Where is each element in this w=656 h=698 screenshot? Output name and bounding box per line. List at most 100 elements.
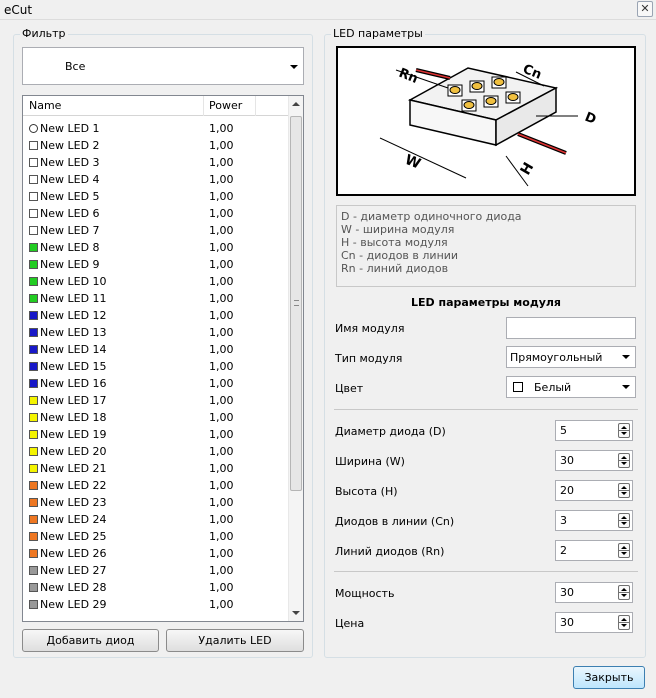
led-list-row[interactable]: New LED 14 1,00 — [23, 342, 289, 359]
led-name: New LED 20 — [40, 445, 107, 458]
diameter-value: 5 — [560, 424, 567, 437]
led-power: 1,00 — [209, 190, 234, 203]
led-list-row[interactable]: New LED 27 1,00 — [23, 563, 289, 580]
list-scrollbar[interactable] — [288, 96, 303, 621]
led-name: New LED 14 — [40, 343, 107, 356]
per-line-spinbox[interactable]: 3 — [555, 510, 633, 531]
led-list-row[interactable]: New LED 5 1,00 — [23, 189, 289, 206]
led-list-row[interactable]: New LED 16 1,00 — [23, 376, 289, 393]
led-color-swatch-icon — [29, 549, 38, 558]
led-power: 1,00 — [209, 479, 234, 492]
scrollbar-grip-icon — [294, 300, 299, 306]
module-params-title: LED параметры модуля — [410, 296, 561, 309]
led-color-swatch-icon — [29, 566, 38, 575]
led-name: New LED 8 — [40, 241, 100, 254]
led-power: 1,00 — [209, 360, 234, 373]
led-list-row[interactable]: New LED 17 1,00 — [23, 393, 289, 410]
led-list-row[interactable]: New LED 19 1,00 — [23, 427, 289, 444]
led-color-swatch-icon — [29, 464, 38, 473]
led-list-row[interactable]: New LED 18 1,00 — [23, 410, 289, 427]
scrollbar-thumb[interactable] — [290, 116, 302, 491]
led-name: New LED 23 — [40, 496, 107, 509]
led-list-row[interactable]: New LED 28 1,00 — [23, 580, 289, 597]
led-color-swatch-icon — [29, 481, 38, 490]
chevron-down-icon — [622, 355, 630, 359]
led-name: New LED 15 — [40, 360, 107, 373]
separator — [334, 571, 638, 572]
add-led-button[interactable]: Добавить диод — [22, 629, 159, 652]
spin-buttons-icon[interactable] — [618, 543, 630, 558]
spin-buttons-icon[interactable] — [618, 423, 630, 438]
diameter-label: Диаметр диода (D) — [335, 425, 446, 438]
height-spinbox[interactable]: 20 — [555, 480, 633, 501]
spin-buttons-icon[interactable] — [618, 453, 630, 468]
led-list-row[interactable]: New LED 7 1,00 — [23, 223, 289, 240]
lines-spinbox[interactable]: 2 — [555, 540, 633, 561]
legend-line: Cn - диодов в линии — [341, 249, 459, 262]
led-name: New LED 3 — [40, 156, 100, 169]
power-spinbox[interactable]: 30 — [555, 582, 633, 603]
module-name-input[interactable] — [506, 317, 636, 339]
spin-buttons-icon[interactable] — [618, 483, 630, 498]
close-button[interactable]: Закрыть — [573, 666, 645, 689]
led-list-row[interactable]: New LED 9 1,00 — [23, 257, 289, 274]
width-spinbox[interactable]: 30 — [555, 450, 633, 471]
spin-buttons-icon[interactable] — [618, 615, 630, 630]
led-power: 1,00 — [209, 173, 234, 186]
led-name: New LED 12 — [40, 309, 107, 322]
led-list-row[interactable]: New LED 29 1,00 — [23, 597, 289, 614]
led-list-row[interactable]: New LED 26 1,00 — [23, 546, 289, 563]
led-list-row[interactable]: New LED 22 1,00 — [23, 478, 289, 495]
led-list-row[interactable]: New LED 21 1,00 — [23, 461, 289, 478]
close-window-button[interactable]: ✕ — [637, 1, 653, 17]
column-divider[interactable] — [203, 96, 204, 116]
diameter-spinbox[interactable]: 5 — [555, 420, 633, 441]
column-header-power[interactable]: Power — [209, 99, 242, 112]
led-list-row[interactable]: New LED 2 1,00 — [23, 138, 289, 155]
lines-label: Линий диодов (Rn) — [335, 545, 445, 558]
led-power: 1,00 — [209, 122, 234, 135]
led-list[interactable]: Name Power New LED 1 1,00 New LED 2 1,00 New… — [22, 95, 304, 622]
led-list-row[interactable]: New LED 24 1,00 — [23, 512, 289, 529]
led-power: 1,00 — [209, 496, 234, 509]
filter-select[interactable]: Все — [22, 47, 304, 85]
label-d: D — [583, 110, 599, 128]
led-color-swatch-icon — [29, 345, 38, 354]
column-header-name[interactable]: Name — [29, 99, 61, 112]
delete-led-button[interactable]: Удалить LED — [166, 629, 304, 652]
led-color-swatch-icon — [29, 600, 38, 609]
led-power: 1,00 — [209, 275, 234, 288]
led-color-swatch-icon — [29, 379, 38, 388]
color-select[interactable]: Белый — [506, 376, 636, 398]
led-list-row[interactable]: New LED 13 1,00 — [23, 325, 289, 342]
led-list-row[interactable]: New LED 11 1,00 — [23, 291, 289, 308]
led-list-row[interactable]: New LED 6 1,00 — [23, 206, 289, 223]
price-spinbox[interactable]: 30 — [555, 612, 633, 633]
column-divider[interactable] — [255, 96, 256, 116]
led-name: New LED 11 — [40, 292, 107, 305]
led-list-row[interactable]: New LED 1 1,00 — [23, 121, 289, 138]
led-list-row[interactable]: New LED 25 1,00 — [23, 529, 289, 546]
led-list-row[interactable]: New LED 4 1,00 — [23, 172, 289, 189]
led-power: 1,00 — [209, 445, 234, 458]
led-list-row[interactable]: New LED 10 1,00 — [23, 274, 289, 291]
led-color-swatch-icon — [29, 243, 38, 252]
led-list-row[interactable]: New LED 15 1,00 — [23, 359, 289, 376]
led-list-row[interactable]: New LED 3 1,00 — [23, 155, 289, 172]
led-list-row[interactable]: New LED 12 1,00 — [23, 308, 289, 325]
led-list-row[interactable]: New LED 20 1,00 — [23, 444, 289, 461]
led-list-row[interactable]: New LED 23 1,00 — [23, 495, 289, 512]
scroll-down-arrow-icon[interactable] — [292, 611, 300, 615]
spin-buttons-icon[interactable] — [618, 585, 630, 600]
height-label: Высота (H) — [335, 485, 398, 498]
module-type-select[interactable]: Прямоугольный — [506, 346, 636, 368]
scroll-up-arrow-icon[interactable] — [292, 102, 300, 106]
led-list-row[interactable]: New LED 8 1,00 — [23, 240, 289, 257]
led-name: New LED 4 — [40, 173, 100, 186]
led-name: New LED 9 — [40, 258, 100, 271]
legend-line: D - диаметр одиночного диода — [341, 210, 522, 223]
spin-buttons-icon[interactable] — [618, 513, 630, 528]
price-label: Цена — [335, 617, 365, 630]
led-power: 1,00 — [209, 326, 234, 339]
led-color-swatch-icon — [29, 277, 38, 286]
